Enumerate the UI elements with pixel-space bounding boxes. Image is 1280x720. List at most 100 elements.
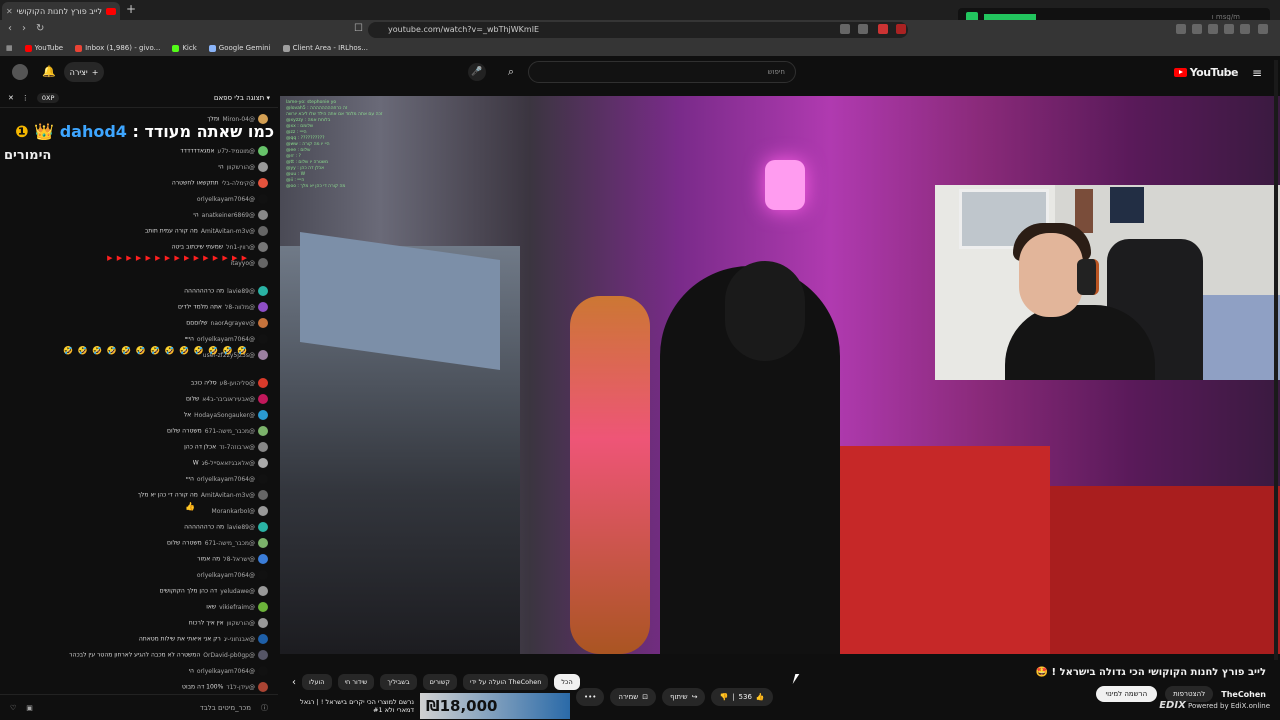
- chat-author[interactable]: @lavie89: [227, 524, 255, 531]
- chat-avatar[interactable]: [258, 286, 268, 296]
- chat-avatar[interactable]: [258, 650, 268, 660]
- chat-avatar[interactable]: [258, 442, 268, 452]
- extension-icon[interactable]: [1208, 24, 1218, 34]
- extension-icon[interactable]: [1224, 24, 1234, 34]
- bookmark-item[interactable]: Kick: [172, 44, 197, 52]
- chip-all[interactable]: הכל: [554, 674, 580, 690]
- chat-mode-dropdown[interactable]: תצוגה בלי ספאם ▾: [67, 94, 270, 102]
- chat-author[interactable]: @OrDavid-pb0gp: [203, 652, 255, 659]
- chat-avatar[interactable]: [258, 666, 268, 676]
- recommended-thumbnail[interactable]: ₪18,000: [420, 693, 570, 719]
- scrollbar[interactable]: [1274, 60, 1278, 660]
- chat-avatar[interactable]: [258, 490, 268, 500]
- chat-author[interactable]: @מכבר_מישה-671: [205, 540, 255, 547]
- search-input[interactable]: חיפוש: [528, 61, 796, 83]
- hamburger-menu-icon[interactable]: ≡: [1252, 66, 1262, 80]
- recommended-video[interactable]: ₪18,000 נרשם למוצרי הכי יקרים בישראל ! |…: [288, 692, 570, 720]
- chat-author[interactable]: @HodayaSongauker: [194, 412, 255, 419]
- chat-avatar[interactable]: [258, 682, 268, 692]
- chat-avatar[interactable]: [258, 146, 268, 156]
- chat-avatar[interactable]: [258, 242, 268, 252]
- browser-tab[interactable]: לייב פורץ לחנות הקוקושי הכ ✕: [2, 2, 120, 20]
- bookmark-item[interactable]: YouTube: [24, 44, 63, 52]
- chat-avatar[interactable]: [258, 522, 268, 532]
- bookmark-item[interactable]: Inbox (1,986) - givo...: [75, 44, 160, 52]
- chat-avatar[interactable]: [258, 570, 268, 580]
- bookmark-item[interactable]: Google Gemini: [208, 44, 271, 52]
- chat-input[interactable]: מכר_מיטים בלבד: [43, 704, 251, 712]
- chat-author[interactable]: @orlyelkayam7064: [197, 476, 255, 483]
- xp-badge[interactable]: 0XP: [36, 92, 60, 103]
- more-vert-icon[interactable]: ⋮: [22, 94, 29, 102]
- reload-icon[interactable]: ↻: [36, 23, 44, 34]
- recommended-title[interactable]: נרשם למוצרי הכי יקרים בישראל ! | רגאל דמ…: [288, 698, 414, 714]
- chat-author[interactable]: @naorAgrayev: [211, 320, 255, 327]
- chat-author[interactable]: @עידן-ל1ד: [226, 684, 255, 691]
- extension-icon[interactable]: [896, 24, 906, 34]
- chat-avatar[interactable]: [258, 318, 268, 328]
- chat-avatar[interactable]: [258, 178, 268, 188]
- extension-icon[interactable]: [858, 24, 868, 34]
- chat-avatar[interactable]: [258, 634, 268, 644]
- chat-author[interactable]: @קימלה-בלי: [222, 180, 255, 187]
- chat-author[interactable]: @Miron-04: [223, 116, 255, 123]
- extension-icon[interactable]: [840, 24, 850, 34]
- chat-avatar[interactable]: [258, 426, 268, 436]
- chat-author[interactable]: @lavie89: [227, 288, 255, 295]
- chat-avatar[interactable]: [258, 114, 268, 124]
- chat-avatar[interactable]: [258, 618, 268, 628]
- chat-author[interactable]: @AmitAvitan-m3v: [201, 228, 255, 235]
- chat-avatar[interactable]: [258, 378, 268, 388]
- extension-icon[interactable]: [1192, 24, 1202, 34]
- extension-icon[interactable]: [878, 24, 888, 34]
- subscribe-button[interactable]: הרשמה למינוי: [1095, 686, 1158, 702]
- chat-avatar[interactable]: [258, 334, 268, 344]
- chat-author[interactable]: @אבנחוני-יג: [224, 636, 255, 643]
- chip[interactable]: קשורים: [422, 674, 458, 690]
- chat-author[interactable]: @הורשקוון: [227, 620, 255, 627]
- chat-author[interactable]: @סליהוען-8ע: [220, 380, 255, 387]
- chat-author[interactable]: @מלווה-8ל: [225, 304, 255, 311]
- create-button[interactable]: יצירה +: [64, 62, 104, 82]
- apps-grid-icon[interactable]: ▦: [6, 44, 13, 52]
- avatar[interactable]: [12, 64, 28, 80]
- close-icon[interactable]: ✕: [8, 94, 14, 102]
- back-icon[interactable]: ‹: [8, 23, 12, 34]
- chat-author[interactable]: @מוטמיד-ל7ע: [218, 148, 255, 155]
- chat-author[interactable]: @orlyelkayam7064: [197, 196, 255, 203]
- forward-icon[interactable]: ›: [22, 23, 26, 34]
- chat-author[interactable]: @AmitAvitan-m3v: [201, 492, 255, 499]
- chat-author[interactable]: @ארבוזה7-זד: [219, 444, 255, 451]
- chat-author[interactable]: @orlyelkayam7064: [197, 336, 255, 343]
- bookmark-star-icon[interactable]: ☐: [354, 23, 363, 34]
- chat-avatar[interactable]: [258, 506, 268, 516]
- youtube-logo[interactable]: YouTube: [1173, 66, 1239, 79]
- chat-author[interactable]: @מכבר_מישה-671: [205, 428, 255, 435]
- search-icon[interactable]: ⌕: [496, 61, 526, 83]
- chat-avatar[interactable]: [258, 258, 268, 268]
- chat-avatar[interactable]: [258, 210, 268, 220]
- chevron-left-icon[interactable]: ‹: [292, 677, 296, 688]
- chat-avatar[interactable]: [258, 226, 268, 236]
- address-bar[interactable]: youtube.com/watch?v=_wbThjWKmlE: [368, 22, 908, 38]
- chip[interactable]: הועלו: [302, 674, 332, 690]
- chat-avatar[interactable]: [258, 194, 268, 204]
- bookmark-item[interactable]: Client Area - IRLhos...: [282, 44, 368, 52]
- profile-icon[interactable]: [1240, 24, 1250, 34]
- chat-avatar[interactable]: [258, 302, 268, 312]
- like-dislike-button[interactable]: 👎 | 536 👍: [711, 688, 773, 706]
- chat-avatar[interactable]: [258, 394, 268, 404]
- chat-avatar[interactable]: [258, 350, 268, 360]
- chat-author[interactable]: @ישראל-8ל: [223, 556, 255, 563]
- chat-avatar[interactable]: [258, 458, 268, 468]
- close-icon[interactable]: ✕: [6, 7, 13, 16]
- info-icon[interactable]: ⓘ: [261, 703, 268, 713]
- heart-icon[interactable]: ♡: [10, 704, 16, 712]
- extension-icon[interactable]: [1176, 24, 1186, 34]
- chat-author[interactable]: @הורשקוון: [227, 164, 255, 171]
- chat-avatar[interactable]: [258, 586, 268, 596]
- new-tab-button[interactable]: +: [126, 2, 136, 16]
- chat-avatar[interactable]: [258, 538, 268, 548]
- save-button[interactable]: שמירה ⊡: [610, 688, 657, 706]
- chat-author[interactable]: @orlyelkayam7064: [197, 668, 255, 675]
